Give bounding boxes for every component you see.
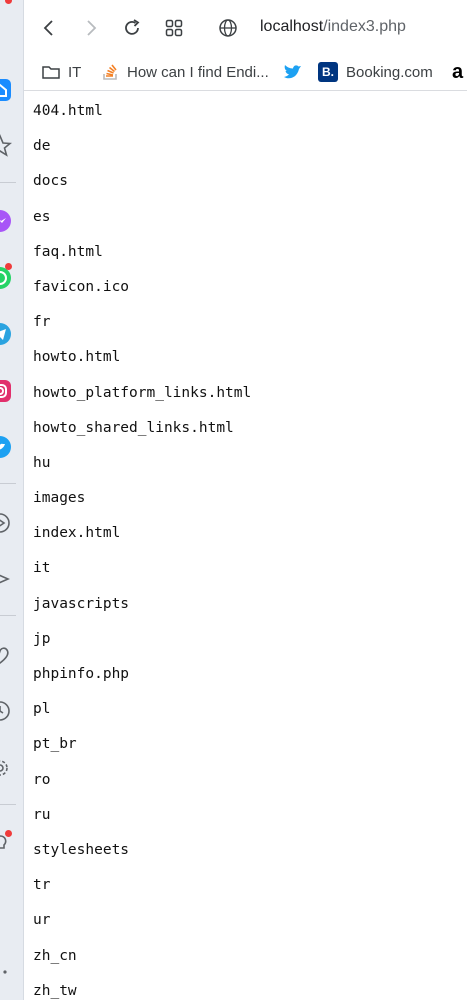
list-item: phpinfo.php <box>33 666 130 682</box>
url-path: /index3.php <box>323 18 406 35</box>
arrow-right-icon <box>87 20 97 36</box>
bookmark-stackoverflow[interactable]: How can I find Endi... <box>101 59 269 85</box>
list-item: 404.html <box>33 103 103 119</box>
bookmark-amazon[interactable]: a <box>452 59 467 85</box>
list-item: es <box>33 208 51 225</box>
reload-button[interactable] <box>118 14 146 42</box>
url-host: localhost <box>260 18 324 35</box>
send-icon[interactable] <box>0 567 23 591</box>
rail-separator <box>0 182 16 183</box>
heart-icon[interactable] <box>0 643 23 667</box>
rail-separator <box>0 483 16 484</box>
clock-icon[interactable] <box>0 699 23 723</box>
list-item: fr <box>33 314 51 331</box>
twitter-icon[interactable] <box>0 435 23 459</box>
list-item: ur <box>33 912 51 929</box>
messenger-icon[interactable] <box>0 209 23 233</box>
back-button[interactable] <box>35 14 63 42</box>
list-item: index.html <box>33 525 121 542</box>
list-item: pt_br <box>33 736 77 753</box>
arrow-left-icon <box>43 20 53 36</box>
settings-icon[interactable] <box>0 756 23 780</box>
bookmarks-bar: IT How can I find Endi... B. Booking.com… <box>24 55 467 91</box>
list-item: ro <box>33 771 51 788</box>
list-item: ru <box>33 806 51 823</box>
bookmark-label: Booking.com <box>346 63 433 81</box>
twitter-bird-icon <box>282 63 302 81</box>
notification-dot <box>5 263 12 270</box>
folder-icon <box>42 64 60 80</box>
list-item: favicon.ico <box>33 278 130 295</box>
list-item: de <box>33 138 51 155</box>
list-item: jp <box>33 630 51 647</box>
notification-dot <box>5 830 12 837</box>
page-content: 404.html de docs es faq.html favicon.ico fr how… <box>24 91 467 1000</box>
globe-icon <box>218 18 238 43</box>
list-item: zh_tw <box>33 982 77 999</box>
bookmark-booking[interactable]: B. Booking.com <box>318 59 433 85</box>
list-item: hu <box>33 454 51 471</box>
stackoverflow-icon <box>101 63 119 81</box>
list-item: howto_platform_links.html <box>33 384 252 401</box>
directory-listing: 404.html de docs es faq.html favicon.ico fr how… <box>33 102 251 1000</box>
grid-icon <box>165 19 183 37</box>
bookmark-twitter[interactable] <box>282 59 310 85</box>
rail-separator <box>0 804 16 805</box>
list-item: pl <box>33 701 51 718</box>
tab-grid-button[interactable] <box>160 14 188 42</box>
list-item: zh_cn <box>33 947 77 964</box>
lightbulb-icon[interactable] <box>0 831 23 855</box>
list-item: it <box>33 560 51 577</box>
address-bar[interactable]: localhost/index3.php <box>214 10 467 46</box>
bookmark-label: How can I find Endi... <box>127 63 269 81</box>
bookmark-folder-it[interactable]: IT <box>42 59 81 85</box>
list-item: tr <box>33 877 51 894</box>
telegram-icon[interactable] <box>0 322 23 346</box>
play-circle-icon[interactable] <box>0 511 23 535</box>
forward-button[interactable] <box>77 14 105 42</box>
list-item: howto_shared_links.html <box>33 419 234 436</box>
booking-icon: B. <box>318 62 338 82</box>
sidebar-rail <box>0 0 24 1000</box>
list-item: images <box>33 490 86 507</box>
url-text: localhost/index3.php <box>260 18 406 36</box>
notification-dot <box>5 0 12 4</box>
bookmark-label: IT <box>68 63 82 81</box>
home-icon[interactable] <box>0 78 23 102</box>
amazon-icon: a <box>452 60 464 83</box>
browser-toolbar: localhost/index3.php <box>24 0 467 55</box>
star-icon[interactable] <box>0 134 23 158</box>
list-item: stylesheets <box>33 841 130 858</box>
list-item: javascripts <box>33 595 130 612</box>
instagram-icon[interactable] <box>0 379 23 403</box>
rail-separator <box>0 615 16 616</box>
whatsapp-icon[interactable] <box>0 266 23 290</box>
list-item: docs <box>33 173 68 190</box>
list-item: howto.html <box>33 349 121 366</box>
more-icon[interactable] <box>0 960 23 984</box>
list-item: faq.html <box>33 243 103 260</box>
reload-icon <box>125 19 140 35</box>
